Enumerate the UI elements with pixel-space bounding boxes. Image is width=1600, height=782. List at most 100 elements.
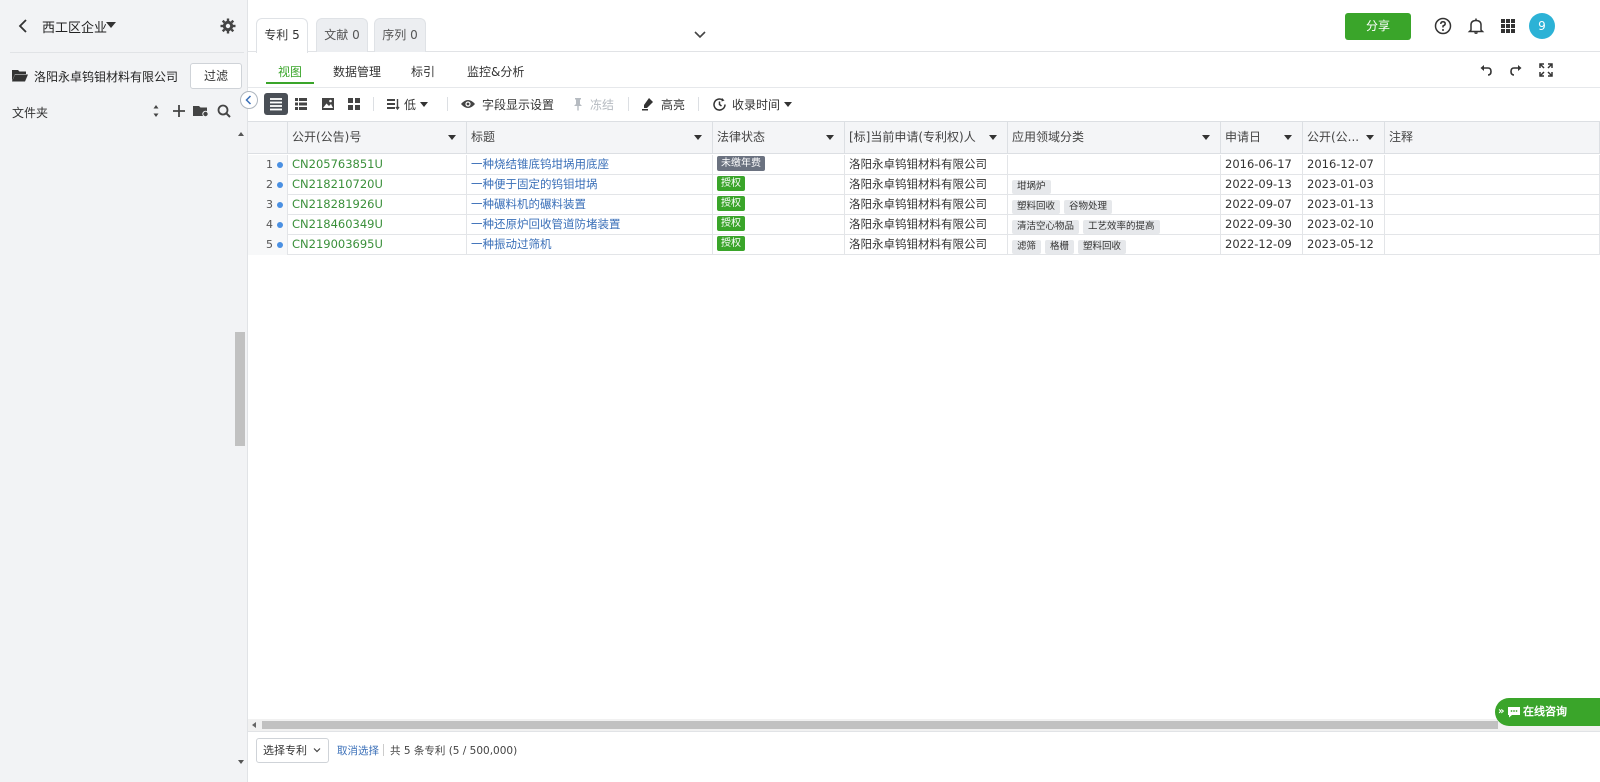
column-header-title[interactable]: 标题 xyxy=(467,122,713,154)
patent-number-link[interactable]: CN219003695U xyxy=(292,237,383,251)
tab-patents[interactable]: 专利 5 xyxy=(256,18,308,53)
online-consult-label: 在线咨询 xyxy=(1523,705,1567,718)
field-tag[interactable]: 塑料回收 xyxy=(1078,239,1127,254)
tab-literature[interactable]: 文献 0 xyxy=(316,18,368,52)
tab-sequences[interactable]: 序列 0 xyxy=(374,18,426,52)
apps-grid-icon[interactable] xyxy=(1499,17,1517,35)
status-badge: 授权 xyxy=(717,236,745,251)
sort-caret-icon[interactable] xyxy=(989,135,997,140)
detail-view-button[interactable] xyxy=(289,93,313,115)
applicant-name: 洛阳永卓钨钼材料有限公司 xyxy=(849,157,987,171)
list-view-button[interactable] xyxy=(264,93,288,115)
company-name[interactable]: 洛阳永卓钨钼材料有限公司 xyxy=(34,68,178,85)
highlight-button[interactable]: 高亮 xyxy=(641,96,685,113)
cell-application-date: 2022-09-07 xyxy=(1221,195,1303,215)
field-tag[interactable]: 谷物处理 xyxy=(1064,199,1113,214)
workspace-dropdown-icon[interactable] xyxy=(106,22,116,28)
column-header-legal-status[interactable]: 法律状态 xyxy=(713,122,845,154)
search-icon[interactable] xyxy=(217,104,231,118)
patent-number-link[interactable]: CN218210720U xyxy=(292,177,383,191)
scroll-left-icon[interactable] xyxy=(252,722,256,728)
column-header-label: 公开(公告)号 xyxy=(292,130,362,144)
publication-date: 2016-12-07 xyxy=(1307,157,1374,171)
gear-icon[interactable] xyxy=(220,18,236,34)
cell-applicant: 洛阳永卓钨钼材料有限公司 xyxy=(845,215,1008,235)
column-header-application-field[interactable]: 应用领域分类 xyxy=(1008,122,1221,154)
tab-data-management[interactable]: 数据管理 xyxy=(333,63,381,80)
column-header-publication-date[interactable]: 公开(公... xyxy=(1303,122,1385,154)
image-view-button[interactable] xyxy=(316,93,340,115)
field-tag[interactable]: 工艺效率的提高 xyxy=(1083,219,1160,234)
density-dropdown[interactable]: 低 xyxy=(386,96,429,113)
plus-icon[interactable] xyxy=(172,104,186,118)
workspace-title[interactable]: 西工区企业 xyxy=(42,17,107,36)
field-display-settings[interactable]: 字段显示设置 xyxy=(460,96,554,113)
back-arrow-icon[interactable] xyxy=(16,18,30,34)
sort-caret-icon[interactable] xyxy=(694,135,702,140)
field-tag[interactable]: 清洁空心物品 xyxy=(1012,219,1080,234)
tab-indexing[interactable]: 标引 xyxy=(411,63,435,80)
patent-title-link[interactable]: 一种便于固定的钨钼坩埚 xyxy=(471,177,598,191)
tab-monitor-analysis[interactable]: 监控&分析 xyxy=(467,63,524,80)
select-patents-label: 选择专利 xyxy=(263,744,307,757)
publication-date: 2023-01-13 xyxy=(1307,197,1374,211)
column-header-application-date[interactable]: 申请日 xyxy=(1221,122,1303,154)
sort-caret-icon[interactable] xyxy=(1366,135,1374,140)
column-header-label: 公开(公... xyxy=(1307,130,1360,144)
patent-number-link[interactable]: CN218460349U xyxy=(292,217,383,231)
redo-icon[interactable] xyxy=(1509,63,1523,77)
field-tag[interactable]: 塑料回收 xyxy=(1012,199,1061,214)
collapse-sidebar-button[interactable] xyxy=(240,91,258,109)
sidebar-scrollbar[interactable] xyxy=(234,128,246,768)
grid-icon xyxy=(348,98,360,110)
share-button[interactable]: 分享 xyxy=(1345,13,1411,40)
horizontal-scrollbar[interactable] xyxy=(248,719,1600,731)
grid-view-button[interactable] xyxy=(342,93,366,115)
cell-title: 一种烧结锥底钨坩埚用底座 xyxy=(467,155,713,175)
field-tag[interactable]: 滤筛 xyxy=(1012,239,1042,254)
cancel-selection-link[interactable]: 取消选择 xyxy=(337,743,379,758)
select-patents-dropdown[interactable]: 选择专利 xyxy=(256,738,329,763)
table-row[interactable]: 5 CN219003695U 一种振动过筛机 授权 洛阳永卓钨钼材料有限公司 滤筛 格栅 塑料… xyxy=(248,235,1600,255)
online-consult-button[interactable]: » 在线咨询 xyxy=(1495,698,1600,726)
patent-title-link[interactable]: 一种碾料机的碾料装置 xyxy=(471,197,586,211)
filter-button[interactable]: 过滤 xyxy=(190,63,242,89)
tab-view[interactable]: 视图 xyxy=(278,63,302,80)
scroll-up-icon[interactable] xyxy=(238,132,244,136)
sidebar-scrollbar-thumb[interactable] xyxy=(235,332,245,446)
eye-icon xyxy=(461,100,475,108)
column-header-applicant[interactable]: [标]当前申请(专利权)人 xyxy=(845,122,1008,154)
fullscreen-icon[interactable] xyxy=(1539,63,1553,77)
cell-publication-date: 2023-05-12 xyxy=(1303,235,1385,255)
help-icon[interactable] xyxy=(1434,17,1452,35)
sort-caret-icon[interactable] xyxy=(1202,135,1210,140)
undo-icon[interactable] xyxy=(1479,63,1493,77)
table-row[interactable]: 4 CN218460349U 一种还原炉回收管道防堵装置 授权 洛阳永卓钨钼材料有限公司… xyxy=(248,215,1600,235)
column-header-notes[interactable]: 注释 xyxy=(1385,122,1600,154)
sort-vertical-icon[interactable] xyxy=(149,104,163,118)
column-header-pub-number[interactable]: 公开(公告)号 xyxy=(288,122,467,154)
patent-number-link[interactable]: CN218281926U xyxy=(292,197,383,211)
sort-caret-icon[interactable] xyxy=(826,135,834,140)
sort-caret-icon[interactable] xyxy=(448,135,456,140)
field-tag[interactable]: 坩埚炉 xyxy=(1012,179,1051,194)
patent-title-link[interactable]: 一种还原炉回收管道防堵装置 xyxy=(471,217,621,231)
horizontal-scrollbar-thumb[interactable] xyxy=(262,721,1498,729)
field-tag[interactable]: 格栅 xyxy=(1045,239,1075,254)
table-row[interactable]: 2 CN218210720U 一种便于固定的钨钼坩埚 授权 洛阳永卓钨钼材料有限公司 坩埚… xyxy=(248,175,1600,195)
table-row[interactable]: 3 CN218281926U 一种碾料机的碾料装置 授权 洛阳永卓钨钼材料有限公司 塑料回… xyxy=(248,195,1600,215)
table-row[interactable]: 1 CN205763851U 一种烧结锥底钨坩埚用底座 未缴年费 洛阳永卓钨钼材料有限公… xyxy=(248,155,1600,175)
chevron-down-icon[interactable] xyxy=(692,28,708,42)
avatar[interactable]: 9 xyxy=(1529,13,1555,39)
patent-title-link[interactable]: 一种烧结锥底钨坩埚用底座 xyxy=(471,157,609,171)
sort-caret-icon[interactable] xyxy=(1284,135,1292,140)
scroll-down-icon[interactable] xyxy=(238,760,244,764)
patent-number-link[interactable]: CN205763851U xyxy=(292,157,383,171)
patent-title-link[interactable]: 一种振动过筛机 xyxy=(471,237,552,251)
bell-icon[interactable] xyxy=(1467,17,1485,35)
folder-settings-icon[interactable] xyxy=(193,104,210,118)
toolbar-divider xyxy=(447,97,448,111)
sort-dropdown[interactable]: 收录时间 xyxy=(712,96,793,113)
freeze-button[interactable]: 冻结 xyxy=(572,96,614,113)
cell-application-field: 清洁空心物品 工艺效率的提高 xyxy=(1008,215,1221,235)
